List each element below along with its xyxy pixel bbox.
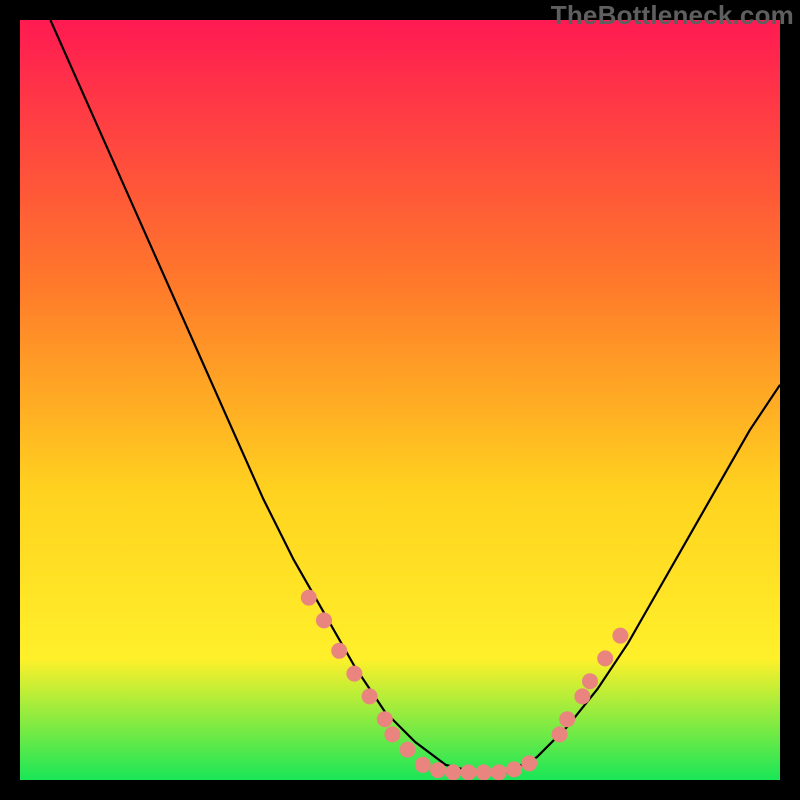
curve-marker xyxy=(301,590,317,606)
curve-marker xyxy=(559,711,575,727)
curve-marker xyxy=(377,711,393,727)
curve-marker xyxy=(506,761,522,777)
curve-marker xyxy=(331,643,347,659)
curve-marker xyxy=(552,726,568,742)
curve-marker xyxy=(430,762,446,778)
curve-marker xyxy=(400,742,416,758)
gradient-background xyxy=(20,20,780,780)
curve-marker xyxy=(491,764,507,780)
curve-marker xyxy=(574,688,590,704)
curve-marker xyxy=(597,650,613,666)
curve-marker xyxy=(476,764,492,780)
curve-marker xyxy=(384,726,400,742)
chart-frame xyxy=(20,20,780,780)
curve-marker xyxy=(445,764,461,780)
curve-marker xyxy=(460,764,476,780)
curve-marker xyxy=(316,612,332,628)
bottleneck-chart xyxy=(20,20,780,780)
curve-marker xyxy=(346,666,362,682)
curve-marker xyxy=(521,755,537,771)
curve-marker xyxy=(582,673,598,689)
watermark-text: TheBottleneck.com xyxy=(551,0,794,31)
curve-marker xyxy=(612,628,628,644)
curve-marker xyxy=(415,757,431,773)
curve-marker xyxy=(362,688,378,704)
